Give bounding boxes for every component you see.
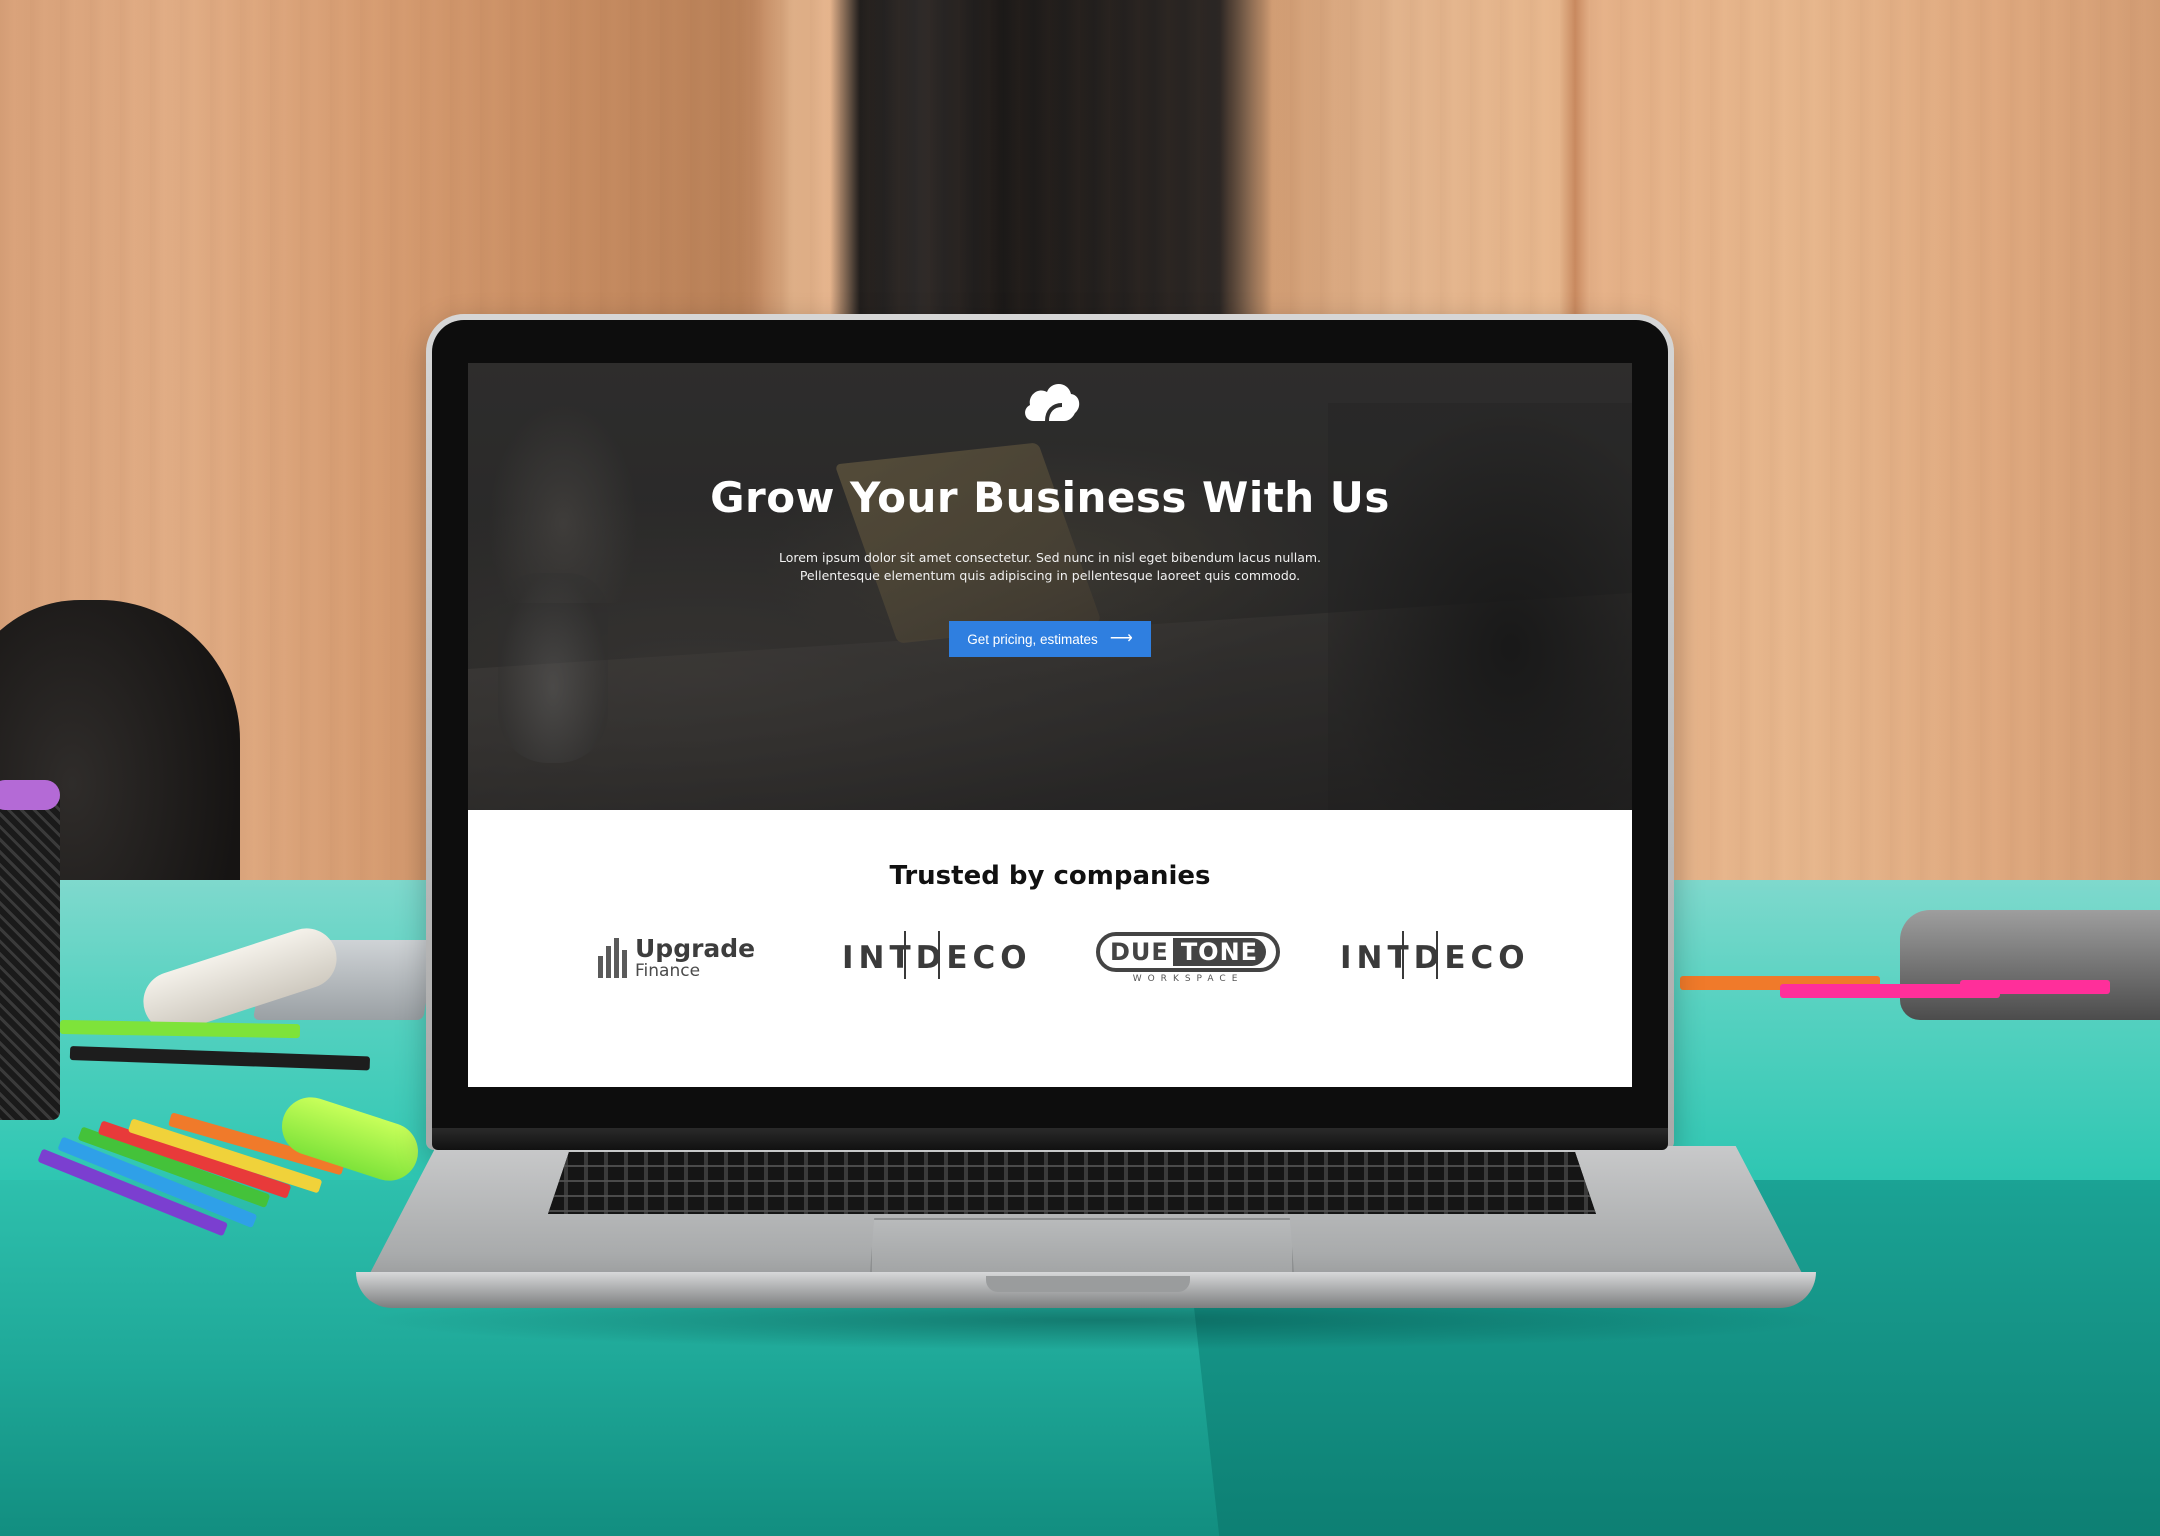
logo-divider <box>904 931 906 979</box>
logo-name: Upgrade <box>635 934 756 963</box>
cta-label: Get pricing, estimates <box>967 631 1098 647</box>
laptop-notch <box>986 1276 1190 1292</box>
pencil-cup-top <box>0 780 60 810</box>
laptop-trackpad <box>870 1218 1294 1272</box>
logo-divider <box>938 931 940 979</box>
laptop-screen: Grow Your Business With Us Lorem ipsum d… <box>468 363 1632 1087</box>
laptop-keyboard <box>548 1152 1596 1214</box>
hero-title: Grow Your Business With Us <box>710 473 1390 522</box>
logo-name-part1: DUE <box>1110 938 1169 966</box>
hero-overlay <box>468 363 1632 810</box>
laptop-hinge <box>432 1128 1668 1150</box>
pencil-cup <box>0 790 60 1120</box>
trusted-title: Trusted by companies <box>889 861 1211 891</box>
upgrade-finance-logo[interactable]: Upgrade Finance <box>598 923 755 993</box>
photo-scene: Grow Your Business With Us Lorem ipsum d… <box>0 0 2160 1536</box>
pencil <box>1960 980 2110 994</box>
company-logos: Upgrade Finance INTDECO DUE TONE WORKSPA… <box>468 923 1632 993</box>
logo-name: INTDECO <box>842 940 1032 976</box>
logo-name: INTDECO <box>1340 940 1530 976</box>
logo-name-part2: TONE <box>1172 938 1267 966</box>
cloud-icon[interactable] <box>1020 373 1080 429</box>
hero-description: Lorem ipsum dolor sit amet consectetur. … <box>778 550 1322 583</box>
logo-subtitle: Finance <box>635 961 701 981</box>
logo-subtitle: WORKSPACE <box>1132 974 1244 984</box>
get-pricing-button[interactable]: Get pricing, estimates ⟶ <box>949 621 1151 657</box>
intdeco-logo[interactable]: INTDECO <box>842 923 1032 993</box>
stapler <box>1900 910 2160 1020</box>
hero-section: Grow Your Business With Us Lorem ipsum d… <box>468 363 1632 810</box>
upgrade-bars-icon <box>598 938 627 978</box>
arrow-right-icon: ⟶ <box>1109 630 1133 647</box>
logo-divider <box>1436 931 1438 979</box>
intdeco-logo[interactable]: INTDECO <box>1340 923 1530 993</box>
logo-divider <box>1402 931 1404 979</box>
duetone-workspace-logo[interactable]: DUE TONE WORKSPACE <box>1096 923 1281 993</box>
